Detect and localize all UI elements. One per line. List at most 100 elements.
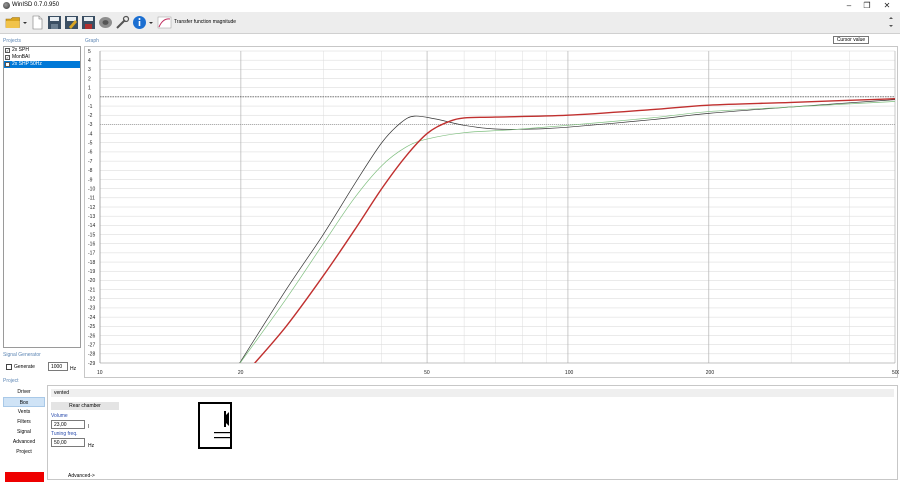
y-tick-label: -3 xyxy=(88,122,93,128)
transfer-function-graph-icon[interactable] xyxy=(157,15,172,30)
cursor-value-tooltip: Cursor value xyxy=(833,36,869,44)
close-button[interactable] xyxy=(5,472,44,482)
project-checkbox[interactable]: ✓ xyxy=(5,48,10,53)
y-tick-label: -21 xyxy=(88,287,95,293)
nav-filters[interactable]: Filters xyxy=(3,417,45,427)
y-tick-label: -29 xyxy=(88,361,95,367)
y-tick-label: -7 xyxy=(88,159,93,165)
y-tick-label: -20 xyxy=(88,278,95,284)
nav-signal[interactable]: Signal xyxy=(3,427,45,437)
y-tick-label: -13 xyxy=(88,214,95,220)
y-tick-label: 4 xyxy=(88,58,91,64)
nav-project[interactable]: Project xyxy=(3,447,45,457)
nav-vents[interactable]: Vents xyxy=(3,407,45,417)
project-nav: Driver Box Vents Filters Signal Advanced… xyxy=(3,387,45,457)
y-tick-label: -9 xyxy=(88,177,93,183)
restore-button[interactable]: ❐ xyxy=(856,0,878,12)
projects-section-label: Projects xyxy=(3,38,22,44)
new-project-icon[interactable] xyxy=(30,15,45,30)
y-tick-label: -16 xyxy=(88,242,95,248)
project-section-label: Project xyxy=(3,378,19,384)
graph-section-label: Graph xyxy=(85,38,99,44)
window-title: WinISD 0.7.0.950 xyxy=(12,2,60,8)
y-tick-label: -28 xyxy=(88,352,95,358)
nav-driver[interactable]: Driver xyxy=(3,387,45,397)
nav-advanced[interactable]: Advanced xyxy=(3,437,45,447)
y-tick-label: -27 xyxy=(88,342,95,348)
save-icon[interactable] xyxy=(47,15,62,30)
y-tick-label: -17 xyxy=(88,251,95,257)
generate-checkbox[interactable] xyxy=(6,364,12,370)
project-checkbox[interactable]: ✓ xyxy=(5,62,10,67)
generate-label: Generate xyxy=(14,364,35,370)
y-tick-label: -15 xyxy=(88,232,95,238)
project-name: 2x SHP 50Hz xyxy=(12,61,42,67)
driver-database-icon[interactable] xyxy=(98,15,113,30)
toolbar-scroll-icon[interactable] xyxy=(888,15,894,30)
box-panel: vented Rear chamber Volume l Tuning freq… xyxy=(47,385,898,480)
generator-unit: Hz xyxy=(70,366,77,372)
tuning-freq-label: Tuning freq. xyxy=(51,431,78,437)
y-tick-label: -11 xyxy=(88,196,95,202)
project-name: MonBAI xyxy=(12,54,30,60)
volume-input[interactable] xyxy=(51,420,85,429)
series-line-0 xyxy=(239,99,895,363)
y-tick-label: -14 xyxy=(88,223,95,229)
series-line-2 xyxy=(253,98,895,363)
graph-type-label[interactable]: Transfer function magnitude xyxy=(174,19,236,25)
close-window-button[interactable]: ✕ xyxy=(876,0,898,12)
y-tick-label: -25 xyxy=(88,324,95,330)
speaker-driver-icon xyxy=(214,411,230,439)
box-type-label: vented xyxy=(51,389,894,397)
tuning-freq-input[interactable] xyxy=(51,438,85,447)
project-name: 2x SPH xyxy=(12,47,29,53)
tuning-freq-unit: Hz xyxy=(88,443,95,449)
projects-list: ✓ 2x SPH ✓ MonBAI ✓ 2x SHP 50Hz xyxy=(3,46,81,348)
generator-frequency-input[interactable] xyxy=(48,362,68,371)
y-tick-label: -6 xyxy=(88,150,93,156)
y-tick-label: -10 xyxy=(88,186,95,192)
save-all-icon[interactable] xyxy=(81,15,96,30)
project-checkbox[interactable]: ✓ xyxy=(5,55,10,60)
advanced-link[interactable]: Advanced-> xyxy=(68,473,95,479)
y-tick-label: 3 xyxy=(88,67,91,73)
y-tick-label: -23 xyxy=(88,306,95,312)
x-tick-label: 20 xyxy=(238,370,244,376)
y-tick-label: -5 xyxy=(88,141,93,147)
open-folder-icon[interactable] xyxy=(5,15,21,30)
info-icon[interactable] xyxy=(132,15,147,30)
y-tick-label: -18 xyxy=(88,260,95,266)
x-tick-label: 50 xyxy=(424,370,430,376)
y-tick-label: 5 xyxy=(88,49,91,55)
toolbar: Transfer function magnitude xyxy=(0,12,900,34)
project-item-selected[interactable]: ✓ 2x SHP 50Hz xyxy=(4,61,80,68)
graph-panel[interactable]: 5 4 3 2 1 0 -1 -2 -3 -4 -5 -6 -7 -8 -9 -10 -11 -12 -13 -14-… xyxy=(84,46,900,379)
title-bar: WinISD 0.7.0.950 – ❐ ✕ xyxy=(0,0,900,12)
y-tick-label: -4 xyxy=(88,131,93,137)
x-tick-label: 200 xyxy=(706,370,715,376)
x-tick-label: 500 xyxy=(892,370,899,376)
y-tick-label: -1 xyxy=(88,104,93,110)
nav-box[interactable]: Box xyxy=(3,397,45,407)
y-tick-label: -8 xyxy=(88,168,93,174)
dropdown-arrow-icon[interactable] xyxy=(22,15,28,30)
y-tick-label: 2 xyxy=(88,76,91,82)
y-tick-label: -26 xyxy=(88,333,95,339)
info-dropdown-arrow-icon[interactable] xyxy=(148,15,154,30)
y-tick-label: 0 xyxy=(88,95,91,101)
app-icon xyxy=(3,2,10,9)
rear-chamber-header: Rear chamber xyxy=(51,402,119,410)
y-tick-label: -19 xyxy=(88,269,95,275)
x-tick-label: 100 xyxy=(565,370,574,376)
y-tick-label: -22 xyxy=(88,297,95,303)
transfer-function-chart[interactable]: 543210-1-2-3-4-5-6-7-8-9-10-11-12-13-14-… xyxy=(85,47,900,379)
x-tick-label: 10 xyxy=(97,370,103,376)
volume-label: Volume xyxy=(51,413,68,419)
signal-generator-section-label: Signal Generator xyxy=(3,352,41,358)
save-as-icon[interactable] xyxy=(64,15,79,30)
project-item[interactable]: ✓ 2x SPH xyxy=(4,47,80,54)
tools-icon[interactable] xyxy=(115,15,130,30)
volume-unit: l xyxy=(88,424,90,430)
project-item[interactable]: ✓ MonBAI xyxy=(4,54,80,61)
y-tick-label: 1 xyxy=(88,86,91,92)
